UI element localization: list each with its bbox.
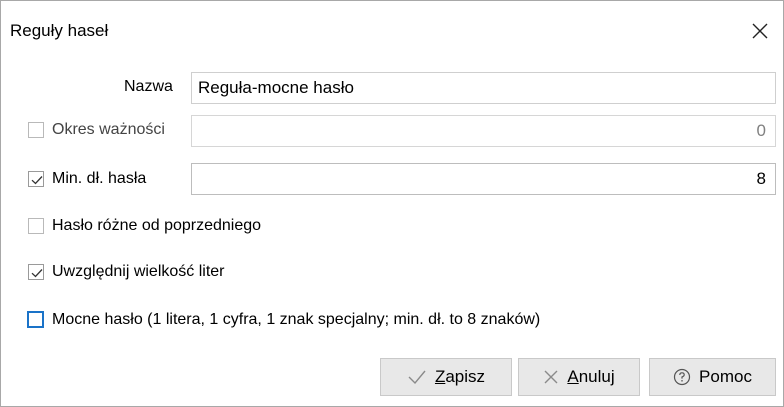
validity-checkbox[interactable] (28, 122, 44, 138)
help-button[interactable]: Pomoc (649, 358, 776, 396)
close-icon (752, 23, 768, 39)
min-length-label: Min. dł. hasła (52, 170, 147, 187)
save-button-label: Zapisz (434, 367, 486, 386)
dialog-title: Reguły haseł (10, 21, 109, 40)
diff-previous-label: Hasło różne od poprzedniego (52, 217, 262, 234)
name-input[interactable]: Reguła-mocne hasło (191, 72, 776, 104)
min-length-input[interactable]: 8 (191, 163, 776, 195)
x-icon (544, 370, 558, 384)
cancel-button[interactable]: Anuluj (518, 358, 640, 396)
case-sensitive-label: Uwzględnij wielkość liter (52, 263, 225, 280)
validity-label: Okres ważności (52, 121, 165, 138)
title-bar: Reguły haseł (1, 1, 783, 61)
checkmark-icon (31, 269, 43, 278)
save-button[interactable]: Zapisz (380, 358, 512, 396)
checkmark-icon (31, 176, 43, 185)
case-sensitive-checkbox[interactable] (28, 264, 44, 280)
question-circle-icon (673, 368, 691, 386)
cancel-button-label: Anuluj (567, 367, 615, 386)
password-rules-dialog: Reguły haseł Nazwa Reguła-mocne hasło Ok… (0, 0, 784, 407)
diff-previous-checkbox[interactable] (28, 218, 44, 234)
checkmark-icon (408, 370, 426, 385)
help-button-label: Pomoc (699, 367, 752, 386)
name-label: Nazwa (124, 78, 173, 95)
close-button[interactable] (737, 1, 783, 61)
validity-input[interactable]: 0 (191, 115, 776, 147)
strong-password-checkbox[interactable] (27, 311, 44, 328)
strong-password-label: Mocne hasło (1 litera, 1 cyfra, 1 znak s… (52, 311, 541, 328)
min-length-checkbox[interactable] (28, 171, 44, 187)
